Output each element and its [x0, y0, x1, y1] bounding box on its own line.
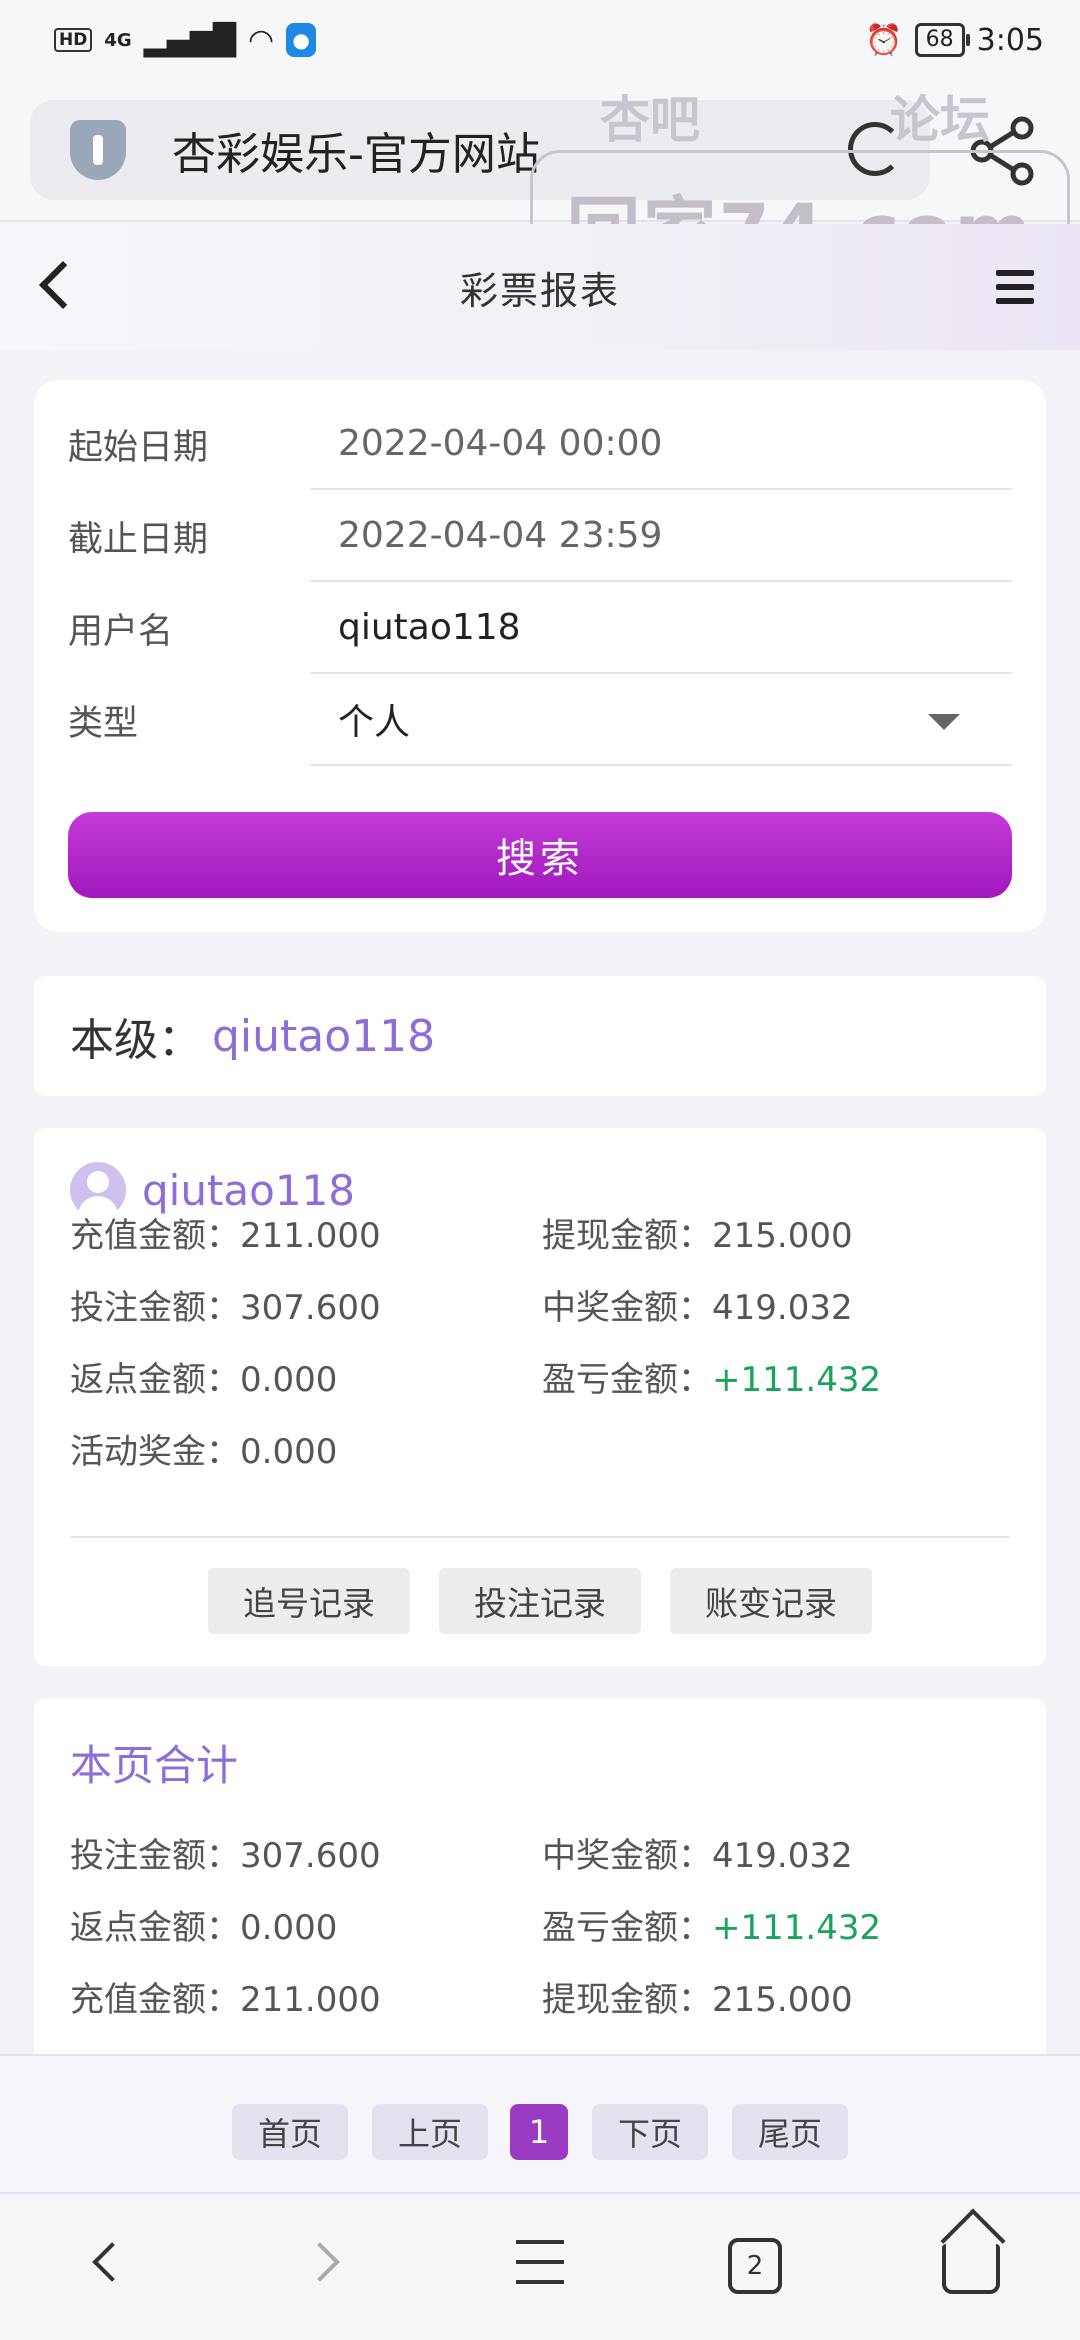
nav-back-icon[interactable] [92, 2242, 132, 2282]
hd-icon: HD [54, 28, 93, 52]
bonus-value: 0.000 [240, 1432, 338, 1472]
total-profit-stat: 盈亏金额：+111.432 [542, 1900, 881, 1949]
total-withdraw-stat: 提现金额：215.000 [542, 1972, 853, 2021]
signal-icon: 4G [104, 29, 132, 51]
win-stat: 中奖金额：419.032 [542, 1280, 853, 1329]
status-left: HD 4G ▂▄▆█ ◠ ● [54, 22, 317, 58]
withdraw-value: 215.000 [712, 1216, 853, 1256]
profit-stat: 盈亏金额：+111.432 [542, 1352, 881, 1401]
bet-stat: 投注金额：307.600 [70, 1280, 381, 1329]
username-field[interactable]: qiutao118 [310, 582, 1012, 674]
withdraw-stat: 提现金额：215.000 [542, 1208, 853, 1257]
total-bet-stat: 投注金额：307.600 [70, 1828, 381, 1877]
total-recharge-stat: 充值金额：211.000 [70, 1972, 381, 2021]
level-label: 本级： [70, 1015, 202, 1066]
total-recharge-label: 充值金额： [70, 1980, 240, 2020]
win-label: 中奖金额： [542, 1288, 712, 1328]
total-profit-value: +111.432 [712, 1908, 882, 1948]
pagination: 首页 上页 1 下页 尾页 [0, 2054, 1080, 2194]
bet-label: 投注金额： [70, 1288, 240, 1328]
total-rebate-label: 返点金额： [70, 1908, 240, 1948]
level-user-link[interactable]: qiutao118 [212, 1011, 435, 1062]
first-page-button[interactable]: 首页 [232, 2104, 348, 2160]
user-report-card: qiutao118 充值金额：211.000 提现金额：215.000 投注金额… [34, 1128, 1046, 1666]
total-recharge-value: 211.000 [240, 1980, 381, 2020]
withdraw-label: 提现金额： [542, 1216, 712, 1256]
start-date-label: 起始日期 [68, 427, 209, 468]
clock: 3:05 [976, 22, 1044, 58]
total-rebate-value: 0.000 [240, 1908, 338, 1948]
total-profit-label: 盈亏金额： [542, 1908, 712, 1948]
search-button[interactable]: 搜索 [68, 812, 1012, 898]
back-icon[interactable] [38, 260, 88, 310]
current-page-button[interactable]: 1 [510, 2104, 568, 2160]
level-card: 本级： qiutao118 [34, 976, 1046, 1096]
profit-label: 盈亏金额： [542, 1360, 712, 1400]
page-header: 彩票报表 [0, 224, 1080, 350]
total-withdraw-label: 提现金额： [542, 1980, 712, 2020]
browser-bar: 杏彩娱乐-官方网站 杏吧 论坛 回家74.com [0, 80, 1080, 300]
rebate-label: 返点金额： [70, 1360, 240, 1400]
end-date-row: 截止日期 2022-04-04 23:59 [68, 490, 1012, 582]
username-label: 用户名 [68, 611, 174, 652]
page-url-title: 杏彩娱乐-官方网站 [172, 129, 540, 180]
nav-menu-icon[interactable] [516, 2240, 564, 2284]
watermark-text-right: 论坛 [890, 91, 990, 149]
page-title: 彩票报表 [459, 268, 620, 313]
last-page-button[interactable]: 尾页 [732, 2104, 848, 2160]
status-bar: HD 4G ▂▄▆█ ◠ ● ⏰ 68 3:05 [0, 0, 1080, 80]
recharge-value: 211.000 [240, 1216, 381, 1256]
start-date-field[interactable]: 2022-04-04 00:00 [310, 398, 1012, 490]
chase-records-button[interactable]: 追号记录 [208, 1568, 410, 1634]
total-bet-value: 307.600 [240, 1836, 381, 1876]
next-page-button[interactable]: 下页 [592, 2104, 708, 2160]
total-win-label: 中奖金额： [542, 1836, 712, 1876]
rebate-stat: 返点金额：0.000 [70, 1352, 337, 1401]
end-date-field[interactable]: 2022-04-04 23:59 [310, 490, 1012, 582]
total-rebate-stat: 返点金额：0.000 [70, 1900, 337, 1949]
browser-nav-bar: 2 [0, 2196, 1080, 2340]
bonus-stat: 活动奖金：0.000 [70, 1424, 337, 1473]
start-date-row: 起始日期 2022-04-04 00:00 [68, 398, 1012, 490]
recharge-label: 充值金额： [70, 1216, 240, 1256]
total-bet-label: 投注金额： [70, 1836, 240, 1876]
page-total-card: 本页合计 投注金额：307.600 中奖金额：419.032 返点金额：0.00… [34, 1698, 1046, 2068]
bet-records-button[interactable]: 投注记录 [439, 1568, 641, 1634]
bet-value: 307.600 [240, 1288, 381, 1328]
battery-icon: 68 [914, 23, 970, 57]
watermark-text-left: 杏吧 [600, 91, 700, 149]
home-icon[interactable] [942, 2244, 1000, 2294]
wifi-icon: ◠ [247, 22, 275, 58]
username-row: 用户名 qiutao118 [68, 582, 1012, 674]
dropdown-caret-icon [928, 714, 960, 730]
win-value: 419.032 [712, 1288, 853, 1328]
bonus-label: 活动奖金： [70, 1432, 240, 1472]
filter-form: 起始日期 2022-04-04 00:00 截止日期 2022-04-04 23… [34, 380, 1046, 932]
total-win-value: 419.032 [712, 1836, 853, 1876]
divider [70, 1536, 1010, 1538]
total-withdraw-value: 215.000 [712, 1980, 853, 2020]
profit-value: +111.432 [712, 1360, 882, 1400]
account-change-records-button[interactable]: 账变记录 [670, 1568, 872, 1634]
nav-forward-icon[interactable] [300, 2242, 340, 2282]
cellular-bars-icon: ▂▄▆█ [143, 22, 236, 58]
page-total-title: 本页合计 [70, 1741, 239, 1790]
total-win-stat: 中奖金额：419.032 [542, 1828, 853, 1877]
rebate-value: 0.000 [240, 1360, 338, 1400]
type-select-value: 个人 [338, 702, 411, 743]
type-row: 类型 个人 [68, 674, 1012, 766]
type-select[interactable]: 个人 [310, 674, 1012, 766]
shield-icon [70, 120, 126, 180]
status-right: ⏰ 68 3:05 [865, 23, 1044, 58]
tabs-icon[interactable]: 2 [728, 2238, 782, 2294]
alarm-icon: ⏰ [865, 22, 903, 58]
menu-icon[interactable] [996, 270, 1034, 304]
type-label: 类型 [68, 703, 139, 744]
recharge-stat: 充值金额：211.000 [70, 1208, 381, 1257]
prev-page-button[interactable]: 上页 [372, 2104, 488, 2160]
bulb-icon: ● [286, 23, 317, 57]
end-date-label: 截止日期 [68, 519, 209, 560]
